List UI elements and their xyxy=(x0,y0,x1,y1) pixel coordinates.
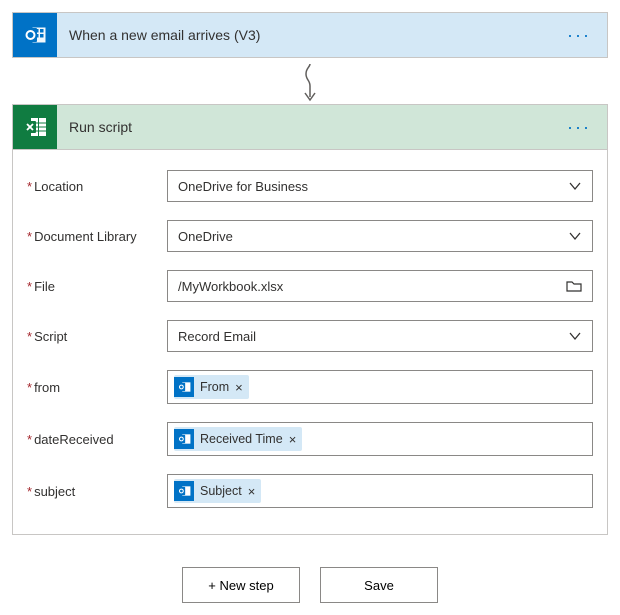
outlook-icon xyxy=(13,13,57,57)
row-location: *Location OneDrive for Business xyxy=(27,170,593,202)
file-picker[interactable]: /MyWorkbook.xlsx xyxy=(167,270,593,302)
folder-icon[interactable] xyxy=(566,279,582,293)
token-subject[interactable]: Subject × xyxy=(174,479,261,503)
outlook-icon xyxy=(174,377,194,397)
label-subject: *subject xyxy=(27,484,167,499)
token-received-time[interactable]: Received Time × xyxy=(174,427,302,451)
token-label: From xyxy=(200,380,229,394)
location-select[interactable]: OneDrive for Business xyxy=(167,170,593,202)
chevron-down-icon xyxy=(568,179,582,193)
trigger-header[interactable]: When a new email arrives (V3) ··· xyxy=(13,13,607,57)
row-from: *from From × xyxy=(27,370,593,404)
script-select[interactable]: Record Email xyxy=(167,320,593,352)
subject-input[interactable]: Subject × xyxy=(167,474,593,508)
token-remove-button[interactable]: × xyxy=(248,484,256,499)
token-remove-button[interactable]: × xyxy=(289,432,297,447)
document-library-select[interactable]: OneDrive xyxy=(167,220,593,252)
token-remove-button[interactable]: × xyxy=(235,380,243,395)
row-script: *Script Record Email xyxy=(27,320,593,352)
chevron-down-icon xyxy=(568,229,582,243)
excel-icon xyxy=(13,105,57,149)
outlook-icon xyxy=(174,429,194,449)
bottom-button-row: + New step Save xyxy=(12,567,608,603)
trigger-menu-button[interactable]: ··· xyxy=(563,25,595,46)
save-button[interactable]: Save xyxy=(320,567,438,603)
action-title: Run script xyxy=(69,119,563,135)
label-file: *File xyxy=(27,279,167,294)
token-label: Subject xyxy=(200,484,242,498)
token-from[interactable]: From × xyxy=(174,375,249,399)
token-label: Received Time xyxy=(200,432,283,446)
outlook-icon xyxy=(174,481,194,501)
label-location: *Location xyxy=(27,179,167,194)
row-subject: *subject Subject × xyxy=(27,474,593,508)
new-step-button[interactable]: + New step xyxy=(182,567,300,603)
label-date-received: *dateReceived xyxy=(27,432,167,447)
row-file: *File /MyWorkbook.xlsx xyxy=(27,270,593,302)
trigger-card: When a new email arrives (V3) ··· xyxy=(12,12,608,58)
label-script: *Script xyxy=(27,329,167,344)
action-menu-button[interactable]: ··· xyxy=(563,117,595,138)
row-document-library: *Document Library OneDrive xyxy=(27,220,593,252)
row-date-received: *dateReceived Received Time × xyxy=(27,422,593,456)
flow-arrow xyxy=(12,58,608,104)
label-document-library: *Document Library xyxy=(27,229,167,244)
action-form: *Location OneDrive for Business *Documen… xyxy=(13,149,607,534)
action-header[interactable]: Run script ··· xyxy=(13,105,607,149)
from-input[interactable]: From × xyxy=(167,370,593,404)
date-received-input[interactable]: Received Time × xyxy=(167,422,593,456)
label-from: *from xyxy=(27,380,167,395)
action-card: Run script ··· *Location OneDrive for Bu… xyxy=(12,104,608,535)
chevron-down-icon xyxy=(568,329,582,343)
trigger-title: When a new email arrives (V3) xyxy=(69,27,563,43)
